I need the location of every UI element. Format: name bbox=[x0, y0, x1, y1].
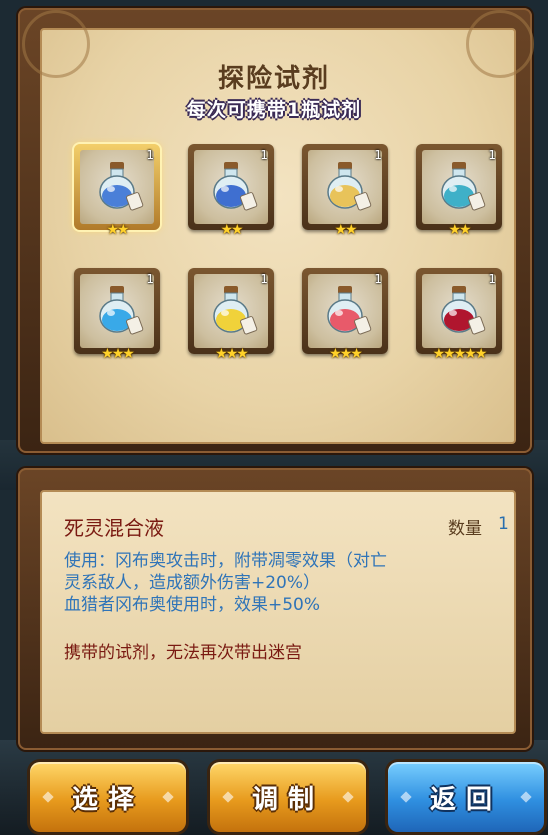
potion-count: 1 bbox=[488, 148, 496, 162]
craft-button[interactable]: 调制 bbox=[210, 762, 366, 832]
star-rating-icon: ★★ bbox=[106, 222, 129, 238]
back-button[interactable]: 返回 bbox=[388, 762, 544, 832]
potion-slot[interactable]: 1 ★★ bbox=[188, 144, 274, 238]
potion-count: 1 bbox=[260, 148, 268, 162]
potion-slot[interactable]: 1 ★★★ bbox=[188, 268, 274, 362]
back-button-label: 返回 bbox=[429, 784, 502, 815]
potion-slot[interactable]: 1 ★★★ bbox=[74, 268, 160, 362]
quantity-label: 数量 bbox=[448, 519, 482, 539]
item-name: 死灵混合液 bbox=[64, 516, 164, 540]
panel-subtitle: 每次可携带1瓶试剂 bbox=[186, 99, 362, 121]
potion-count: 1 bbox=[260, 272, 268, 286]
star-rating-icon: ★★ bbox=[220, 222, 243, 238]
potion-slot[interactable]: 1 ★★ bbox=[74, 144, 160, 238]
star-rating-icon: ★★ bbox=[448, 222, 471, 238]
diamond-icon bbox=[400, 791, 412, 803]
potion-slot[interactable]: 1 ★★ bbox=[302, 144, 388, 238]
item-usage-text: 使用：冈布奥攻击时，附带凋零效果（对亡 灵系敌人，造成额外伤害+20%） 血猎者… bbox=[64, 550, 494, 616]
potion-slot[interactable]: 1 ★★★ bbox=[302, 268, 388, 362]
usage-line: 使用：冈布奥攻击时，附带凋零效果（对亡 bbox=[64, 551, 387, 571]
diamond-icon bbox=[162, 791, 174, 803]
potion-count: 1 bbox=[146, 148, 154, 162]
usage-line: 灵系敌人，造成额外伤害+20%） bbox=[64, 573, 321, 593]
potion-count: 1 bbox=[146, 272, 154, 286]
diamond-icon bbox=[42, 791, 54, 803]
star-rating-icon: ★★★ bbox=[101, 346, 135, 362]
select-button[interactable]: 选择 bbox=[30, 762, 186, 832]
star-rating-icon: ★★★★★ bbox=[432, 346, 488, 362]
quantity-value: 1 bbox=[498, 514, 509, 534]
potion-count: 1 bbox=[488, 272, 496, 286]
potion-slot[interactable]: 1 ★★ bbox=[416, 144, 502, 238]
craft-button-label: 调制 bbox=[251, 784, 324, 815]
diamond-icon bbox=[342, 791, 354, 803]
select-button-label: 选择 bbox=[71, 784, 144, 815]
carry-warning: 携带的试剂，无法再次带出迷宫 bbox=[64, 643, 302, 663]
potion-count: 1 bbox=[374, 148, 382, 162]
star-rating-icon: ★★ bbox=[334, 222, 357, 238]
usage-line: 血猎者冈布奥使用时，效果+50% bbox=[64, 595, 321, 615]
potion-slot[interactable]: 1 ★★★★★ bbox=[416, 268, 502, 362]
diamond-icon bbox=[520, 791, 532, 803]
star-rating-icon: ★★★ bbox=[215, 346, 249, 362]
star-rating-icon: ★★★ bbox=[329, 346, 363, 362]
potion-count: 1 bbox=[374, 272, 382, 286]
panel-title: 探险试剂 bbox=[217, 64, 330, 94]
diamond-icon bbox=[222, 791, 234, 803]
